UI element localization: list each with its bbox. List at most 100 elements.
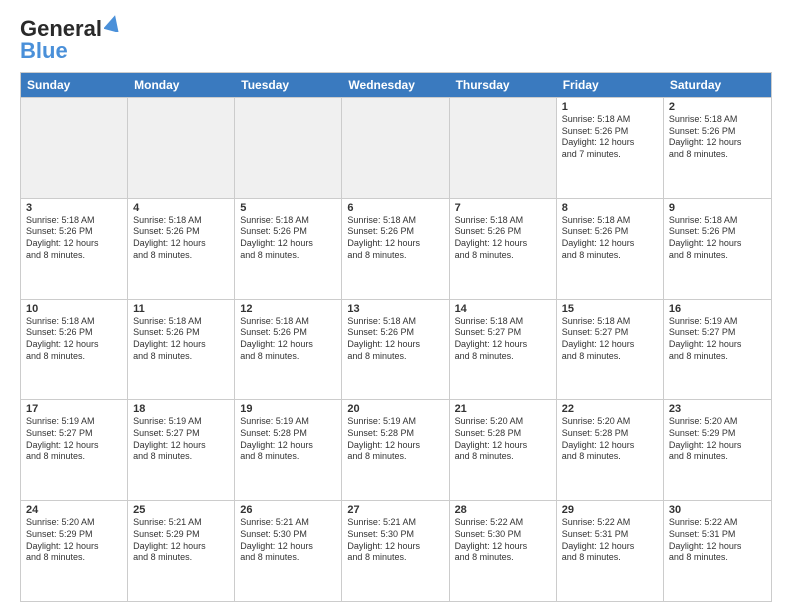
day-info: Sunrise: 5:18 AM Sunset: 5:26 PM Dayligh…: [347, 215, 443, 262]
day-info: Sunrise: 5:22 AM Sunset: 5:30 PM Dayligh…: [455, 517, 551, 564]
day-info: Sunrise: 5:18 AM Sunset: 5:26 PM Dayligh…: [26, 316, 122, 363]
logo-triangle-icon: [104, 14, 122, 37]
day-number: 7: [455, 202, 551, 214]
day-info: Sunrise: 5:18 AM Sunset: 5:27 PM Dayligh…: [455, 316, 551, 363]
page: General Blue SundayMondayTuesdayWednesda…: [0, 0, 792, 612]
day-number: 1: [562, 101, 658, 113]
day-number: 6: [347, 202, 443, 214]
empty-cell: [21, 98, 128, 198]
day-info: Sunrise: 5:18 AM Sunset: 5:26 PM Dayligh…: [240, 215, 336, 262]
day-number: 20: [347, 403, 443, 415]
day-info: Sunrise: 5:18 AM Sunset: 5:26 PM Dayligh…: [455, 215, 551, 262]
day-number: 29: [562, 504, 658, 516]
day-info: Sunrise: 5:18 AM Sunset: 5:26 PM Dayligh…: [669, 114, 766, 161]
calendar-week-3: 10Sunrise: 5:18 AM Sunset: 5:26 PM Dayli…: [21, 299, 771, 400]
day-info: Sunrise: 5:22 AM Sunset: 5:31 PM Dayligh…: [562, 517, 658, 564]
day-number: 17: [26, 403, 122, 415]
calendar: SundayMondayTuesdayWednesdayThursdayFrid…: [20, 72, 772, 602]
day-cell-29: 29Sunrise: 5:22 AM Sunset: 5:31 PM Dayli…: [557, 501, 664, 601]
day-cell-11: 11Sunrise: 5:18 AM Sunset: 5:26 PM Dayli…: [128, 300, 235, 400]
day-cell-9: 9Sunrise: 5:18 AM Sunset: 5:26 PM Daylig…: [664, 199, 771, 299]
day-number: 14: [455, 303, 551, 315]
day-number: 18: [133, 403, 229, 415]
day-info: Sunrise: 5:20 AM Sunset: 5:28 PM Dayligh…: [562, 416, 658, 463]
logo: General Blue: [20, 16, 122, 64]
day-number: 25: [133, 504, 229, 516]
day-cell-15: 15Sunrise: 5:18 AM Sunset: 5:27 PM Dayli…: [557, 300, 664, 400]
day-number: 10: [26, 303, 122, 315]
day-number: 21: [455, 403, 551, 415]
day-number: 16: [669, 303, 766, 315]
day-number: 24: [26, 504, 122, 516]
header: General Blue: [20, 16, 772, 64]
calendar-week-1: 1 Sunrise: 5:18 AM Sunset: 5:26 PM Daylig…: [21, 97, 771, 198]
day-info: Sunrise: 5:19 AM Sunset: 5:27 PM Dayligh…: [133, 416, 229, 463]
calendar-week-2: 3 Sunrise: 5:18 AM Sunset: 5:26 PM Daylig…: [21, 198, 771, 299]
day-info: Sunrise: 5:19 AM Sunset: 5:27 PM Dayligh…: [669, 316, 766, 363]
day-info: Sunrise: 5:19 AM Sunset: 5:28 PM Dayligh…: [240, 416, 336, 463]
empty-cell: [235, 98, 342, 198]
day-info: Sunrise: 5:18 AM Sunset: 5:26 PM Dayligh…: [240, 316, 336, 363]
day-cell-18: 18Sunrise: 5:19 AM Sunset: 5:27 PM Dayli…: [128, 400, 235, 500]
day-cell-10: 10Sunrise: 5:18 AM Sunset: 5:26 PM Dayli…: [21, 300, 128, 400]
day-info: Sunrise: 5:21 AM Sunset: 5:30 PM Dayligh…: [240, 517, 336, 564]
day-number: 23: [669, 403, 766, 415]
day-cell-25: 25Sunrise: 5:21 AM Sunset: 5:29 PM Dayli…: [128, 501, 235, 601]
day-info: Sunrise: 5:20 AM Sunset: 5:29 PM Dayligh…: [669, 416, 766, 463]
day-cell-14: 14Sunrise: 5:18 AM Sunset: 5:27 PM Dayli…: [450, 300, 557, 400]
day-number: 19: [240, 403, 336, 415]
day-cell-20: 20Sunrise: 5:19 AM Sunset: 5:28 PM Dayli…: [342, 400, 449, 500]
day-cell-17: 17Sunrise: 5:19 AM Sunset: 5:27 PM Dayli…: [21, 400, 128, 500]
day-cell-28: 28Sunrise: 5:22 AM Sunset: 5:30 PM Dayli…: [450, 501, 557, 601]
calendar-body: 1 Sunrise: 5:18 AM Sunset: 5:26 PM Daylig…: [21, 97, 771, 601]
day-cell-26: 26Sunrise: 5:21 AM Sunset: 5:30 PM Dayli…: [235, 501, 342, 601]
day-cell-12: 12Sunrise: 5:18 AM Sunset: 5:26 PM Dayli…: [235, 300, 342, 400]
calendar-week-4: 17 Sunrise: 5:19 AM Sunset: 5:27 PM Dayli…: [21, 399, 771, 500]
day-info: Sunrise: 5:18 AM Sunset: 5:27 PM Dayligh…: [562, 316, 658, 363]
day-number: 28: [455, 504, 551, 516]
empty-cell: [128, 98, 235, 198]
calendar-header: SundayMondayTuesdayWednesdayThursdayFrid…: [21, 73, 771, 97]
day-info: Sunrise: 5:18 AM Sunset: 5:26 PM Dayligh…: [133, 215, 229, 262]
day-info: Sunrise: 5:20 AM Sunset: 5:29 PM Dayligh…: [26, 517, 122, 564]
day-number: 2: [669, 101, 766, 113]
day-cell-30: 30Sunrise: 5:22 AM Sunset: 5:31 PM Dayli…: [664, 501, 771, 601]
day-number: 12: [240, 303, 336, 315]
day-info: Sunrise: 5:21 AM Sunset: 5:29 PM Dayligh…: [133, 517, 229, 564]
day-number: 15: [562, 303, 658, 315]
day-info: Sunrise: 5:18 AM Sunset: 5:26 PM Dayligh…: [669, 215, 766, 262]
day-cell-1: 1Sunrise: 5:18 AM Sunset: 5:26 PM Daylig…: [557, 98, 664, 198]
day-number: 3: [26, 202, 122, 214]
day-of-week-wednesday: Wednesday: [342, 73, 449, 97]
day-number: 4: [133, 202, 229, 214]
day-number: 13: [347, 303, 443, 315]
day-cell-13: 13Sunrise: 5:18 AM Sunset: 5:26 PM Dayli…: [342, 300, 449, 400]
day-cell-24: 24Sunrise: 5:20 AM Sunset: 5:29 PM Dayli…: [21, 501, 128, 601]
day-of-week-thursday: Thursday: [450, 73, 557, 97]
day-cell-8: 8Sunrise: 5:18 AM Sunset: 5:26 PM Daylig…: [557, 199, 664, 299]
day-of-week-monday: Monday: [128, 73, 235, 97]
day-number: 30: [669, 504, 766, 516]
day-info: Sunrise: 5:19 AM Sunset: 5:28 PM Dayligh…: [347, 416, 443, 463]
day-cell-23: 23Sunrise: 5:20 AM Sunset: 5:29 PM Dayli…: [664, 400, 771, 500]
day-cell-16: 16Sunrise: 5:19 AM Sunset: 5:27 PM Dayli…: [664, 300, 771, 400]
day-number: 22: [562, 403, 658, 415]
day-of-week-tuesday: Tuesday: [235, 73, 342, 97]
calendar-week-5: 24Sunrise: 5:20 AM Sunset: 5:29 PM Dayli…: [21, 500, 771, 601]
day-number: 11: [133, 303, 229, 315]
day-cell-6: 6Sunrise: 5:18 AM Sunset: 5:26 PM Daylig…: [342, 199, 449, 299]
day-cell-7: 7Sunrise: 5:18 AM Sunset: 5:26 PM Daylig…: [450, 199, 557, 299]
day-cell-4: 4Sunrise: 5:18 AM Sunset: 5:26 PM Daylig…: [128, 199, 235, 299]
day-info: Sunrise: 5:18 AM Sunset: 5:26 PM Dayligh…: [347, 316, 443, 363]
day-cell-5: 5Sunrise: 5:18 AM Sunset: 5:26 PM Daylig…: [235, 199, 342, 299]
empty-cell: [342, 98, 449, 198]
day-number: 9: [669, 202, 766, 214]
day-number: 26: [240, 504, 336, 516]
day-cell-21: 21Sunrise: 5:20 AM Sunset: 5:28 PM Dayli…: [450, 400, 557, 500]
day-info: Sunrise: 5:20 AM Sunset: 5:28 PM Dayligh…: [455, 416, 551, 463]
empty-cell: [450, 98, 557, 198]
day-cell-2: 2Sunrise: 5:18 AM Sunset: 5:26 PM Daylig…: [664, 98, 771, 198]
day-cell-27: 27Sunrise: 5:21 AM Sunset: 5:30 PM Dayli…: [342, 501, 449, 601]
logo-blue: Blue: [20, 38, 68, 64]
day-of-week-saturday: Saturday: [664, 73, 771, 97]
